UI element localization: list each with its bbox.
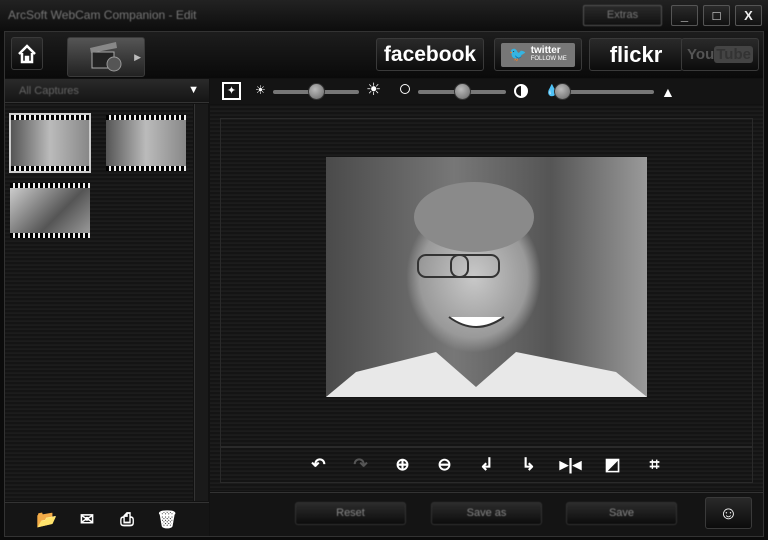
auto-enhance-icon[interactable]: ✦ — [222, 82, 241, 100]
minimize-button[interactable]: _ — [671, 5, 698, 26]
thumbnail-panel — [5, 104, 193, 501]
filter-dropdown[interactable]: All Captures ▼ — [5, 79, 209, 103]
clapperboard-icon — [90, 42, 122, 72]
filter-value: All Captures — [19, 85, 79, 97]
youtube-you: You — [687, 46, 715, 63]
twitter-bird-icon: 🐦 — [509, 46, 527, 62]
save-button[interactable]: Save — [566, 502, 677, 525]
thumbnail-scrollbar[interactable] — [194, 104, 208, 501]
flip-icon[interactable]: ▸|◂ — [558, 455, 584, 475]
resize-icon[interactable]: ◩ — [600, 455, 626, 475]
brightness-high-icon: ☀ — [366, 80, 382, 99]
close-button[interactable]: X — [735, 5, 762, 26]
photo-preview — [326, 157, 647, 397]
portrait-photo — [326, 182, 647, 397]
edit-mode-button[interactable]: ▶ — [67, 37, 145, 77]
brightness-low-icon: ☀ — [255, 83, 266, 97]
thumbnail-3[interactable] — [10, 183, 90, 238]
adjustment-bar: ✦ ☀ ☀ 💧 ▲ — [210, 79, 763, 104]
toolbar: ▶ facebook 🐦 twitter FOLLOW ME flickr You… — [5, 32, 763, 78]
twitter-sub-label: FOLLOW ME — [530, 55, 567, 62]
reset-button[interactable]: Reset — [295, 502, 406, 525]
edit-tools: ↶ ↷ ⊕ ⊖ ↲ ↳ ▸|◂ ◩ ⌗ — [220, 447, 753, 483]
chevron-right-icon: ▶ — [134, 51, 141, 62]
twitter-label: twitter — [530, 44, 561, 56]
zoom-in-icon[interactable]: ⊕ — [390, 455, 416, 475]
title-bar: ArcSoft WebCam Companion - Edit Extras _… — [0, 0, 768, 31]
twitter-button[interactable]: 🐦 twitter FOLLOW ME — [494, 38, 582, 71]
email-icon[interactable]: ✉ — [74, 510, 100, 530]
home-button[interactable] — [11, 37, 43, 70]
window-title: ArcSoft WebCam Companion - Edit — [8, 8, 197, 22]
chevron-down-icon: ▼ — [188, 84, 199, 96]
rotate-right-icon[interactable]: ↳ — [516, 455, 542, 475]
brightness-slider-knob[interactable] — [308, 83, 325, 100]
maximize-button[interactable]: □ — [703, 5, 730, 26]
open-folder-icon[interactable]: 📂 — [34, 510, 60, 530]
print-icon[interactable]: ⎙ — [114, 510, 140, 530]
undo-icon[interactable]: ↶ — [306, 455, 332, 475]
thumbnail-1[interactable] — [9, 113, 91, 173]
effects-button[interactable]: ☺ — [705, 497, 752, 529]
contrast-low-icon — [400, 84, 410, 94]
save-as-button[interactable]: Save as — [431, 502, 542, 525]
trash-icon[interactable]: 🗑 — [154, 510, 180, 530]
saturation-slider-knob[interactable] — [554, 83, 571, 100]
thumbnail-2[interactable] — [106, 115, 186, 171]
contrast-slider-knob[interactable] — [454, 83, 471, 100]
home-icon — [18, 43, 36, 63]
image-canvas — [220, 118, 753, 447]
fun-frames-icon: ☺ — [719, 502, 738, 523]
preview-area: ↶ ↷ ⊕ ⊖ ↲ ↳ ▸|◂ ◩ ⌗ — [210, 105, 763, 491]
sidebar-actions: 📂 ✉ ⎙ 🗑 — [5, 502, 209, 536]
youtube-button[interactable]: You Tube — [681, 38, 759, 71]
saturation-slider[interactable] — [562, 90, 654, 94]
redo-icon[interactable]: ↷ — [348, 455, 374, 475]
extras-button[interactable]: Extras — [583, 5, 662, 26]
contrast-high-icon — [514, 84, 528, 98]
facebook-button[interactable]: facebook — [376, 38, 484, 71]
crop-icon[interactable]: ⌗ — [642, 455, 668, 475]
flickr-button[interactable]: flickr — [589, 38, 683, 71]
youtube-tube: Tube — [714, 46, 753, 63]
zoom-out-icon[interactable]: ⊖ — [432, 455, 458, 475]
rotate-left-icon[interactable]: ↲ — [474, 455, 500, 475]
saturation-high-icon: ▲ — [661, 84, 675, 100]
